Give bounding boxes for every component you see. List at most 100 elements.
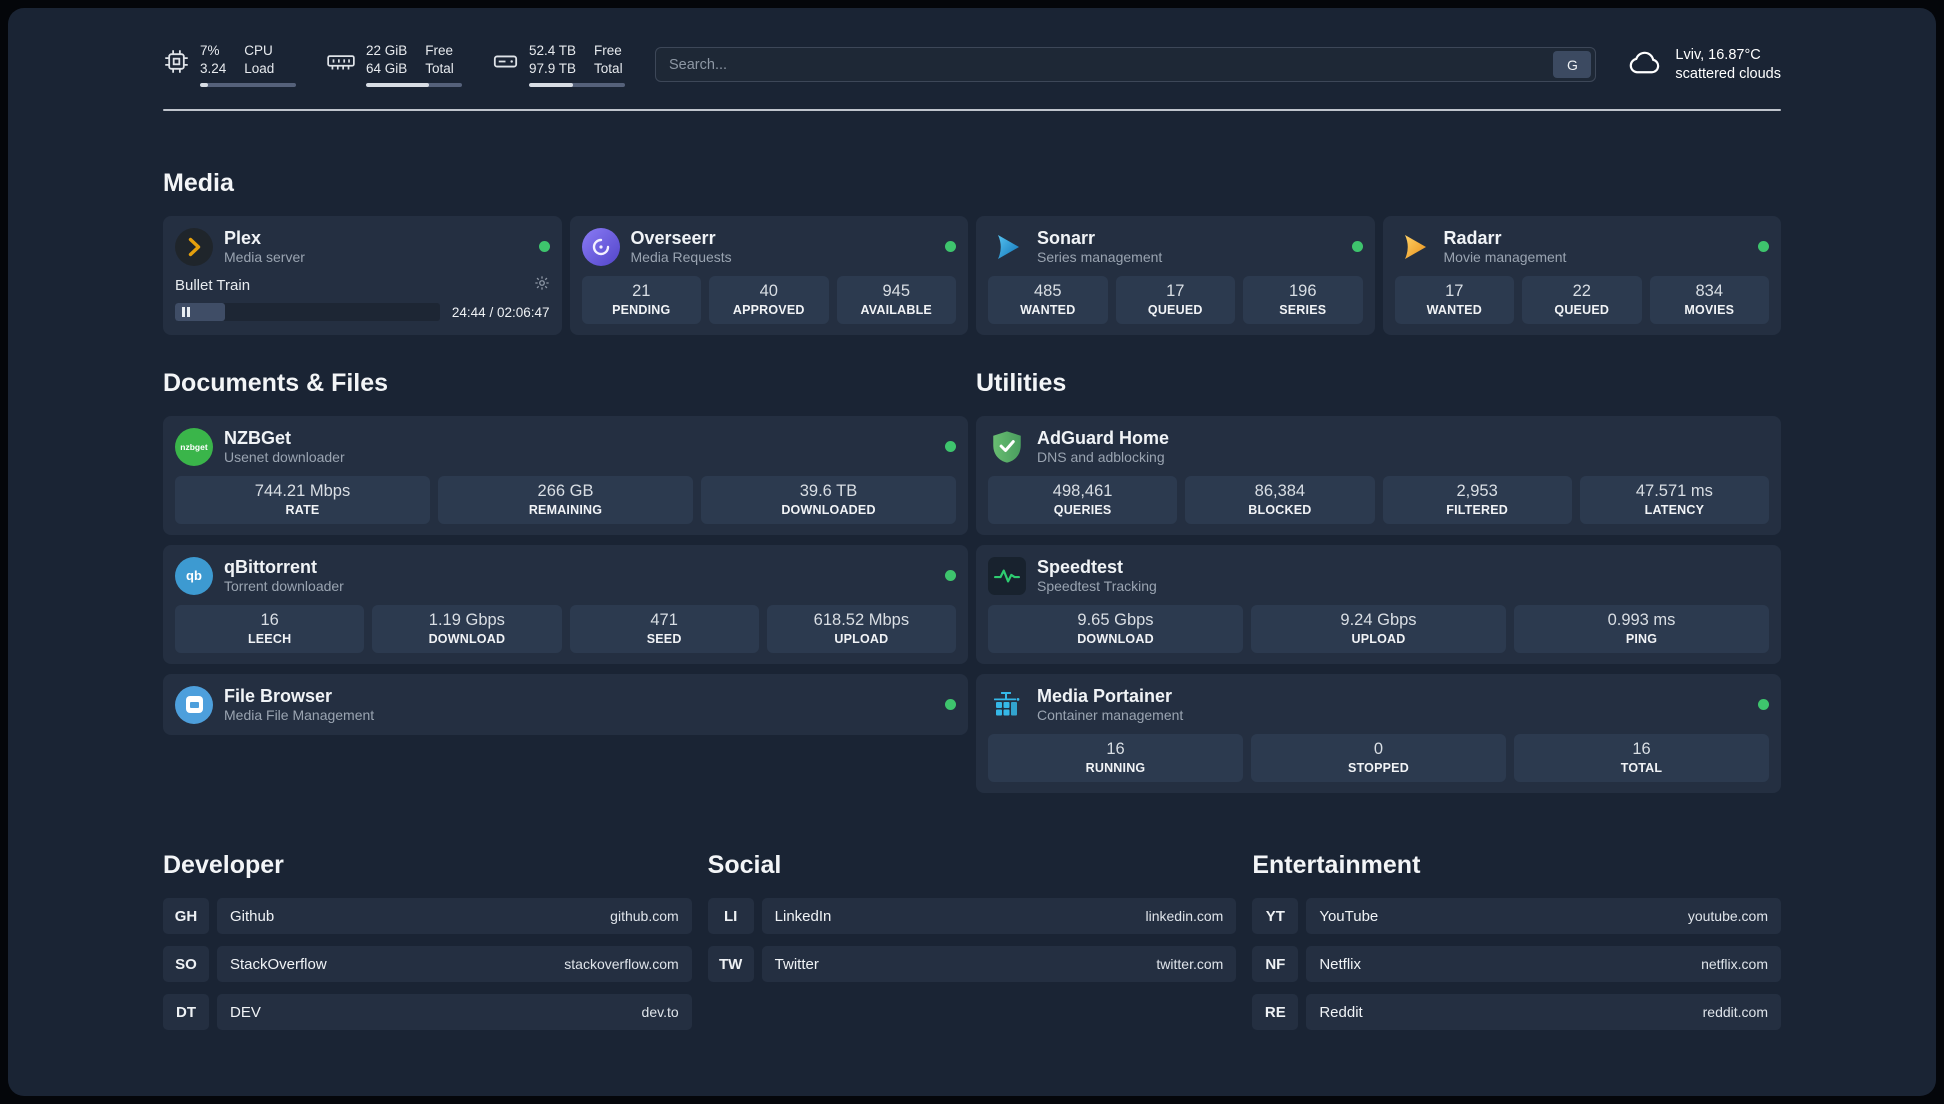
utilities-section: Utilities AdGuard Home DNS and adblockin… (976, 369, 1781, 793)
bookmark-url: youtube.com (1687, 908, 1768, 924)
qbittorrent-name: qBittorrent (224, 557, 317, 577)
stat-tile: 9.65 Gbps DOWNLOAD (988, 605, 1243, 653)
documents-heading: Documents & Files (163, 369, 389, 397)
bookmark-linkedin[interactable]: LI LinkedIn linkedin.com (707, 898, 1237, 934)
stat-tile: 47.571 ms LATENCY (1579, 476, 1769, 524)
overseerr-icon (581, 227, 620, 266)
ram-progress-bar (366, 83, 462, 87)
disk-total-label: Total (594, 61, 623, 76)
bookmark-abbr: DT (163, 994, 209, 1030)
plex-subtitle: Media server (224, 249, 305, 265)
bookmark-dev[interactable]: DT DEV dev.to (163, 994, 692, 1030)
stat-tile: 1.19 Gbps DOWNLOAD (372, 605, 562, 653)
ram-metric: 22 GiB 64 GiB Free Total (326, 42, 462, 87)
nzbget-name: NZBGet (224, 428, 291, 448)
playback-progress-bar[interactable] (175, 303, 440, 321)
overseerr-status-dot (945, 241, 956, 252)
bookmark-name: Netflix (1319, 955, 1362, 973)
nzbget-status-dot (945, 441, 956, 452)
cpu-progress-bar (200, 83, 296, 87)
stat-tile: 196 SERIES (1243, 276, 1363, 324)
adguard-subtitle: DNS and adblocking (1037, 449, 1165, 465)
speedtest-name: Speedtest (1037, 557, 1124, 577)
gear-icon[interactable] (534, 275, 550, 296)
stat-tile: 40 APPROVED (709, 276, 829, 324)
documents-section: Documents & Files nzbget NZBGet Usenet d… (163, 369, 968, 793)
sonarr-subtitle: Series management (1037, 249, 1163, 265)
bookmark-github[interactable]: GH Github github.com (163, 898, 692, 934)
qbittorrent-status-dot (945, 570, 956, 581)
stat-tile: 17 QUEUED (1115, 276, 1235, 324)
filebrowser-icon (175, 685, 213, 724)
weather-location: Lviv, 16.87°C (1675, 46, 1761, 63)
utilities-heading: Utilities (976, 369, 1067, 397)
plex-card[interactable]: Plex Media server Bullet Train 24:44 / 0… (163, 216, 562, 335)
stat-tile: 0 STOPPED (1251, 734, 1506, 782)
portainer-card[interactable]: Media Portainer Container management 16 … (976, 674, 1781, 793)
stat-tile: 2,953 FILTERED (1382, 476, 1572, 524)
stat-tile: 16 LEECH (175, 605, 365, 653)
bookmark-name: Github (230, 907, 275, 925)
stat-tile: 9.24 Gbps UPLOAD (1251, 605, 1506, 653)
bookmark-name: DEV (230, 1003, 261, 1021)
bookmark-twitter[interactable]: TW Twitter twitter.com (707, 946, 1237, 982)
stat-tile: 86,384 BLOCKED (1185, 476, 1375, 524)
ram-total-value: 64 GiB (366, 61, 408, 76)
bookmark-abbr: RE (1252, 994, 1299, 1030)
nzbget-card[interactable]: nzbget NZBGet Usenet downloader 744.21 M… (163, 416, 968, 535)
bookmark-stackoverflow[interactable]: SO StackOverflow stackoverflow.com (163, 946, 692, 982)
bookmark-name: StackOverflow (230, 955, 327, 973)
sonarr-card[interactable]: Sonarr Series management 485 WANTED 17 Q… (976, 216, 1375, 335)
stat-tile: 266 GB REMAINING (438, 476, 693, 524)
overseerr-card[interactable]: Overseerr Media Requests 21 PENDING 40 A… (569, 216, 968, 335)
bookmark-youtube[interactable]: YT YouTube youtube.com (1252, 898, 1781, 934)
speedtest-card[interactable]: Speedtest Speedtest Tracking 9.65 Gbps D… (976, 545, 1781, 664)
filebrowser-name: File Browser (224, 686, 333, 706)
qbittorrent-icon: qb (175, 556, 213, 595)
ram-free-label: Free (425, 43, 454, 58)
disk-total-value: 97.9 TB (529, 61, 577, 76)
bookmark-abbr: NF (1252, 946, 1299, 982)
bookmark-netflix[interactable]: NF Netflix netflix.com (1252, 946, 1781, 982)
radarr-card[interactable]: Radarr Movie management 17 WANTED 22 QUE… (1382, 216, 1781, 335)
stat-tile: 485 WANTED (988, 276, 1108, 324)
bookmark-url: stackoverflow.com (564, 956, 679, 972)
bookmark-name: Twitter (774, 955, 819, 973)
filebrowser-card[interactable]: File Browser Media File Management (163, 674, 968, 735)
nzbget-subtitle: Usenet downloader (224, 449, 345, 465)
portainer-name: Media Portainer (1037, 686, 1173, 706)
cloud-icon (1626, 47, 1664, 82)
stat-tile: 16 RUNNING (988, 734, 1243, 782)
stat-tile: 16 TOTAL (1514, 734, 1769, 782)
search-input[interactable] (656, 56, 1554, 73)
bookmark-reddit[interactable]: RE Reddit reddit.com (1252, 994, 1781, 1030)
pause-icon[interactable] (182, 307, 190, 317)
disk-free-label: Free (594, 43, 622, 58)
bookmark-abbr: YT (1252, 898, 1299, 934)
stat-tile: 618.52 Mbps UPLOAD (766, 605, 956, 653)
disk-drive-icon (492, 48, 519, 75)
adguard-card[interactable]: AdGuard Home DNS and adblocking 498,461 … (976, 416, 1781, 535)
social-section: Social LI LinkedIn linkedin.com TW Twitt… (707, 851, 1237, 1042)
radarr-subtitle: Movie management (1443, 249, 1567, 265)
disk-progress-bar (529, 83, 625, 87)
cpu-label: CPU (244, 43, 273, 58)
qbittorrent-card[interactable]: qb qBittorrent Torrent downloader 16 LEE… (163, 545, 968, 664)
disk-metric: 52.4 TB 97.9 TB Free Total (492, 42, 625, 87)
bookmark-name: LinkedIn (774, 907, 832, 925)
media-section: Media Plex Media server Bullet Train 24:… (163, 169, 1781, 335)
overseerr-name: Overseerr (630, 228, 716, 248)
bookmark-url: netflix.com (1701, 956, 1768, 972)
stat-tile: 39.6 TB DOWNLOADED (701, 476, 956, 524)
stat-tile: 471 SEED (569, 605, 759, 653)
overseerr-subtitle: Media Requests (630, 249, 732, 265)
dashboard-page: 7% 3.24 CPU Load 22 GiB 64 GiB Free Tota… (8, 8, 1936, 1096)
bookmark-name: Reddit (1319, 1003, 1363, 1021)
cpu-metric: 7% 3.24 CPU Load (163, 42, 296, 87)
weather-widget: Lviv, 16.87°C scattered clouds (1626, 46, 1781, 84)
stat-tile: 945 AVAILABLE (836, 276, 956, 324)
search-engine-button[interactable]: G (1553, 51, 1592, 78)
system-metrics: 7% 3.24 CPU Load 22 GiB 64 GiB Free Tota… (163, 42, 625, 87)
sonarr-icon (988, 228, 1026, 266)
disk-free-value: 52.4 TB (529, 43, 577, 58)
